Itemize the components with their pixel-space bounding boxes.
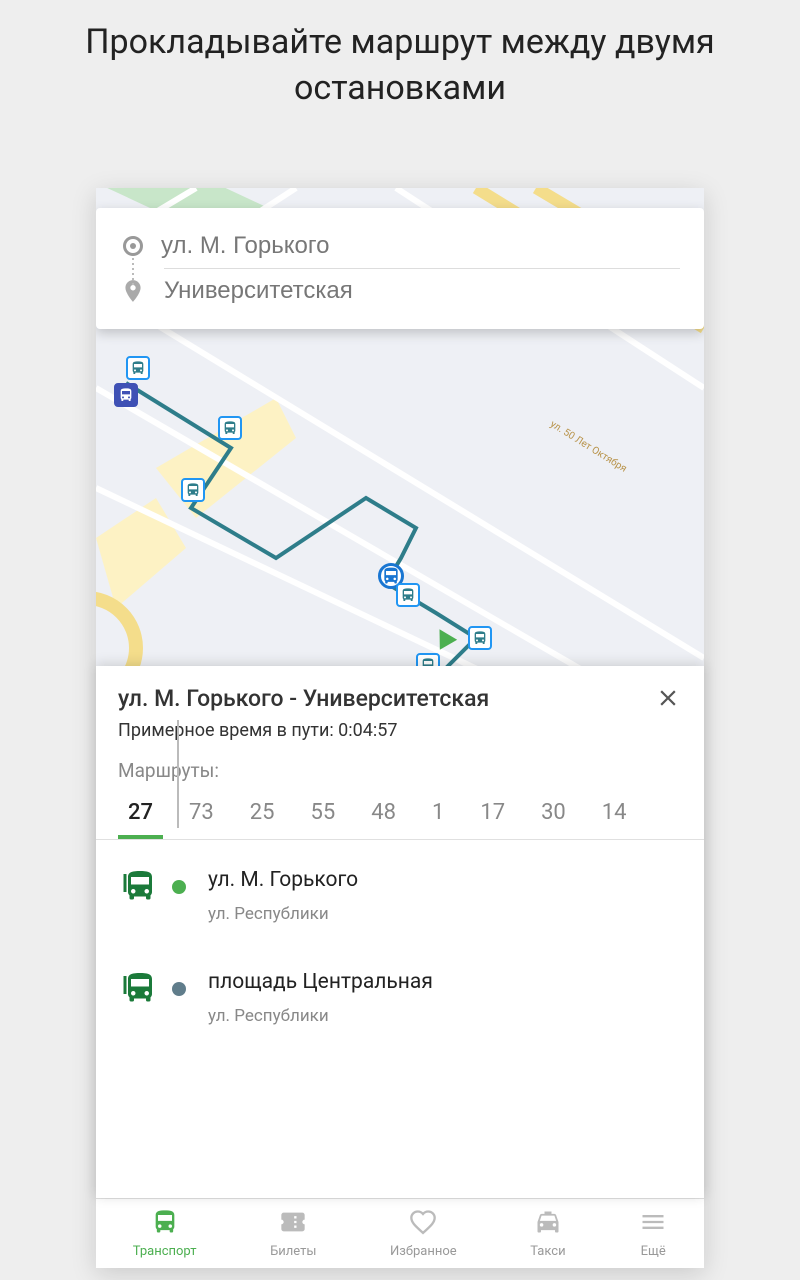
- nav-menu[interactable]: Ещё: [639, 1208, 667, 1259]
- stop-row[interactable]: площадь Центральная ул. Республики: [118, 970, 682, 1026]
- stop-dot-icon: [172, 880, 186, 894]
- app-screen: ул. 50 Лет Октября ул. М. Горького - Уни…: [96, 188, 704, 1268]
- bus-stop-marker[interactable]: [468, 626, 492, 650]
- stop-street: ул. Республики: [208, 904, 358, 924]
- route-tab-14[interactable]: 14: [592, 792, 637, 839]
- route-tab-27[interactable]: 27: [118, 792, 163, 839]
- route-panel: ул. М. Горького - Университетская Пример…: [96, 666, 704, 1198]
- hero-title: Прокладывайте маршрут между двумя остано…: [0, 0, 800, 122]
- route-tab-30[interactable]: 30: [531, 792, 576, 839]
- routes-label: Маршруты:: [96, 759, 704, 792]
- map-area[interactable]: ул. 50 Лет Октября: [96, 188, 704, 678]
- route-tab-25[interactable]: 25: [240, 792, 285, 839]
- nav-label: Избранное: [390, 1244, 457, 1259]
- divider: [164, 268, 680, 269]
- nav-label: Транспорт: [133, 1244, 197, 1259]
- bus-stop-marker[interactable]: [114, 383, 138, 407]
- taxi-icon: [534, 1208, 562, 1240]
- bus-stop-marker[interactable]: [218, 416, 242, 440]
- route-tab-73[interactable]: 73: [179, 792, 224, 839]
- nav-bus[interactable]: Транспорт: [133, 1208, 197, 1259]
- route-search-card: [96, 208, 704, 329]
- nav-label: Такси: [530, 1244, 565, 1259]
- bus-stop-marker[interactable]: [181, 478, 205, 502]
- travel-time: Примерное время в пути: 0:04:57: [96, 720, 704, 759]
- route-tab-55[interactable]: 55: [300, 792, 345, 839]
- bus-icon: [151, 1208, 179, 1240]
- close-icon: [655, 685, 681, 711]
- bottom-nav: Транспорт Билеты Избранное Такси Ещё: [96, 1198, 704, 1268]
- stop-connector-line: [177, 720, 179, 828]
- stops-list: ул. М. Горького ул. Республики площадь Ц…: [96, 840, 704, 1100]
- route-tabs: 27 73 25 55 48 1 17 30 14: [96, 792, 704, 840]
- bus-stop-icon: [118, 970, 162, 1026]
- origin-icon: [123, 236, 143, 256]
- route-connector-line: [132, 258, 134, 288]
- nav-label: Билеты: [270, 1244, 316, 1259]
- stop-dot-icon: [172, 982, 186, 996]
- stop-name: площадь Центральная: [208, 970, 433, 994]
- heart-icon: [409, 1208, 437, 1240]
- route-title: ул. М. Горького - Университетская: [118, 685, 489, 712]
- bus-stop-marker[interactable]: [396, 583, 420, 607]
- stop-row[interactable]: ул. М. Горького ул. Республики: [118, 868, 682, 924]
- menu-icon: [639, 1208, 667, 1240]
- nav-taxi[interactable]: Такси: [530, 1208, 565, 1259]
- route-tab-48[interactable]: 48: [361, 792, 406, 839]
- nav-heart[interactable]: Избранное: [390, 1208, 457, 1259]
- nav-ticket[interactable]: Билеты: [270, 1208, 316, 1259]
- bus-stop-marker[interactable]: [126, 356, 150, 380]
- nav-label: Ещё: [641, 1244, 666, 1259]
- origin-input[interactable]: [161, 232, 680, 260]
- bus-stop-icon: [118, 868, 162, 924]
- stop-street: ул. Республики: [208, 1006, 433, 1026]
- ticket-icon: [279, 1208, 307, 1240]
- route-tab-1[interactable]: 1: [422, 792, 454, 839]
- close-button[interactable]: [654, 684, 682, 712]
- stop-name: ул. М. Горького: [208, 868, 358, 892]
- destination-input[interactable]: [164, 277, 680, 305]
- route-tab-17[interactable]: 17: [470, 792, 515, 839]
